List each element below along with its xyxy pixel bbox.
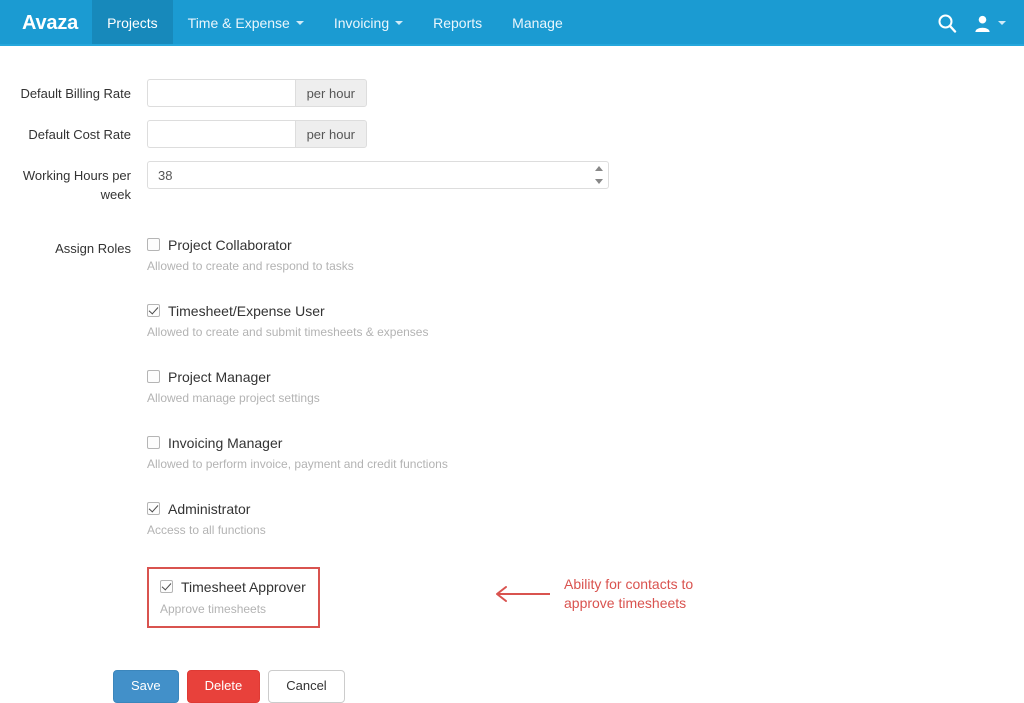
role-description: Allowed to create and submit timesheets … [147, 325, 1024, 339]
navbar-right [937, 0, 1024, 46]
stepper-arrows[interactable] [594, 166, 603, 184]
cancel-button[interactable]: Cancel [268, 670, 344, 703]
roles-list: Project Collaborator Allowed to create a… [147, 237, 1024, 628]
billing-rate-input-group: per hour [147, 79, 367, 107]
stepper-up-icon[interactable] [595, 166, 603, 171]
billing-rate-label: Default Billing Rate [0, 79, 147, 104]
role-project-manager: Project Manager Allowed manage project s… [147, 369, 1024, 405]
cost-rate-input-group: per hour [147, 120, 367, 148]
role-checkbox-row[interactable]: Timesheet Approver [160, 579, 306, 595]
checkbox-invoicing-manager[interactable] [147, 436, 160, 449]
role-label: Timesheet/Expense User [168, 303, 325, 319]
delete-button[interactable]: Delete [187, 670, 261, 703]
billing-rate-field: per hour [147, 79, 1024, 107]
working-hours-field [147, 161, 1024, 189]
nav-item-label: Reports [433, 15, 482, 31]
role-label: Administrator [168, 501, 250, 517]
navbar-left: Avaza Projects Time & Expense Invoicing … [0, 0, 937, 46]
nav-item-time-and-expense[interactable]: Time & Expense [173, 0, 319, 46]
chevron-down-icon [998, 21, 1006, 25]
cost-rate-field: per hour [147, 120, 1024, 148]
role-checkbox-row[interactable]: Invoicing Manager [147, 435, 1024, 451]
role-label: Project Manager [168, 369, 271, 385]
role-description: Access to all functions [147, 523, 1024, 537]
checkbox-project-collaborator[interactable] [147, 238, 160, 251]
nav-item-label: Manage [512, 15, 563, 31]
user-menu-button[interactable] [973, 14, 1006, 33]
form-row-cost-rate: Default Cost Rate per hour [0, 120, 1024, 148]
role-timesheet-approver: Timesheet Approver Approve timesheets [147, 567, 320, 628]
role-checkbox-row[interactable]: Project Collaborator [147, 237, 1024, 253]
role-description: Approve timesheets [160, 602, 306, 616]
checkbox-timesheet-approver[interactable] [160, 580, 173, 593]
nav-item-projects[interactable]: Projects [92, 0, 173, 46]
role-label: Project Collaborator [168, 237, 292, 253]
nav-item-label: Time & Expense [188, 15, 290, 31]
role-timesheet-approver-wrapper: Timesheet Approver Approve timesheets Ab… [147, 567, 1024, 628]
top-navbar: Avaza Projects Time & Expense Invoicing … [0, 0, 1024, 46]
role-invoicing-manager: Invoicing Manager Allowed to perform inv… [147, 435, 1024, 471]
role-timesheet-expense-user: Timesheet/Expense User Allowed to create… [147, 303, 1024, 339]
assign-roles-label: Assign Roles [0, 237, 147, 256]
nav-item-label: Invoicing [334, 15, 389, 31]
cost-rate-addon: per hour [295, 120, 367, 148]
annotation-text: Ability for contacts to approve timeshee… [564, 575, 693, 613]
role-administrator: Administrator Access to all functions [147, 501, 1024, 537]
working-hours-stepper [147, 161, 609, 189]
form-row-working-hours: Working Hours per week [0, 161, 1024, 205]
navbar-underline [0, 44, 1024, 46]
role-label: Timesheet Approver [181, 579, 306, 595]
checkbox-project-manager[interactable] [147, 370, 160, 383]
search-icon[interactable] [937, 13, 957, 33]
nav-item-invoicing[interactable]: Invoicing [319, 0, 418, 46]
billing-rate-addon: per hour [295, 79, 367, 107]
cost-rate-label: Default Cost Rate [0, 120, 147, 145]
working-hours-label: Working Hours per week [0, 161, 147, 205]
role-description: Allowed manage project settings [147, 391, 1024, 405]
nav-item-manage[interactable]: Manage [497, 0, 578, 46]
save-button[interactable]: Save [113, 670, 179, 703]
checkbox-timesheet-expense-user[interactable] [147, 304, 160, 317]
brand-logo[interactable]: Avaza [0, 0, 92, 46]
role-description: Allowed to perform invoice, payment and … [147, 457, 1024, 471]
role-description: Allowed to create and respond to tasks [147, 259, 1024, 273]
working-hours-input[interactable] [147, 161, 609, 189]
role-checkbox-row[interactable]: Administrator [147, 501, 1024, 517]
billing-rate-input[interactable] [147, 79, 295, 107]
assign-roles-row: Assign Roles Project Collaborator Allowe… [0, 237, 1024, 628]
checkbox-administrator[interactable] [147, 502, 160, 515]
settings-form: Default Billing Rate per hour Default Co… [0, 46, 1024, 703]
form-row-billing-rate: Default Billing Rate per hour [0, 79, 1024, 107]
chevron-down-icon [296, 21, 304, 25]
left-arrow-icon [492, 584, 552, 604]
role-checkbox-row[interactable]: Timesheet/Expense User [147, 303, 1024, 319]
stepper-down-icon[interactable] [595, 179, 603, 184]
role-checkbox-row[interactable]: Project Manager [147, 369, 1024, 385]
form-actions: Save Delete Cancel [113, 670, 1024, 703]
annotation-callout: Ability for contacts to approve timeshee… [492, 575, 693, 613]
role-project-collaborator: Project Collaborator Allowed to create a… [147, 237, 1024, 273]
nav-item-reports[interactable]: Reports [418, 0, 497, 46]
role-label: Invoicing Manager [168, 435, 282, 451]
chevron-down-icon [395, 21, 403, 25]
cost-rate-input[interactable] [147, 120, 295, 148]
nav-item-label: Projects [107, 15, 158, 31]
